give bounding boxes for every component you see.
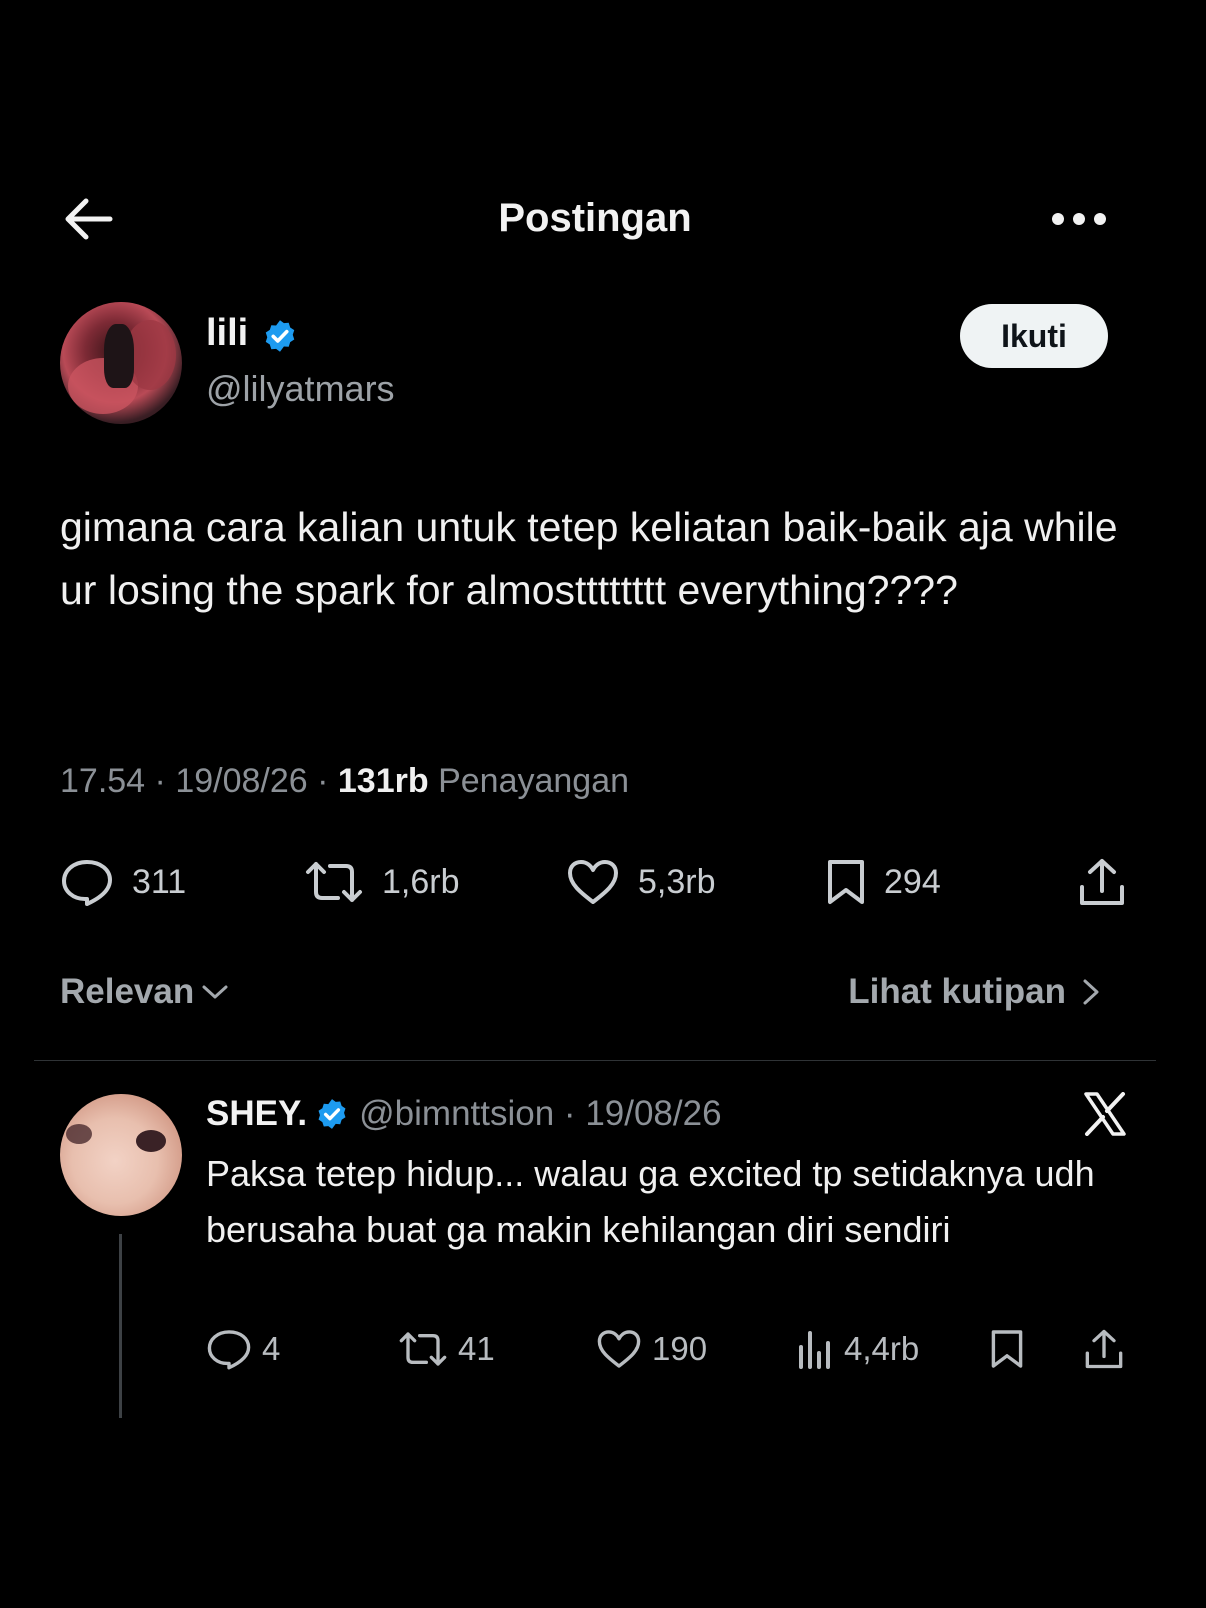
divider xyxy=(34,1060,1156,1061)
share-icon xyxy=(1080,859,1124,905)
bookmark-icon xyxy=(991,1330,1023,1368)
heart-icon xyxy=(568,860,618,904)
reply-header: SHEY. @bimnttsion · 19/08/26 xyxy=(206,1094,722,1134)
x-logo-icon xyxy=(1084,1092,1126,1136)
post-text: gimana cara kalian untuk tetep keliatan … xyxy=(60,504,1118,613)
repost-icon xyxy=(306,862,362,902)
reply-share-action[interactable] xyxy=(1084,1326,1134,1372)
like-count: 5,3rb xyxy=(638,862,716,901)
reply-count: 311 xyxy=(132,862,187,901)
bar-chart-icon xyxy=(799,1331,830,1369)
share-action[interactable] xyxy=(1078,856,1144,908)
bookmark-count: 294 xyxy=(884,862,941,901)
reply-like-action[interactable]: 190 xyxy=(596,1326,707,1372)
reply-like-count: 190 xyxy=(652,1330,708,1367)
verified-badge-icon xyxy=(265,320,295,352)
thread-line xyxy=(119,1234,122,1418)
reply-author-name[interactable]: SHEY. xyxy=(206,1094,307,1134)
views-label: Penayangan xyxy=(438,762,630,800)
reply-views-action[interactable]: 4,4rb xyxy=(796,1326,919,1372)
share-icon xyxy=(1085,1329,1123,1369)
author-name[interactable]: lili xyxy=(206,312,248,355)
post-time: 17.54 xyxy=(60,762,146,800)
comment-icon xyxy=(207,1330,251,1370)
reply-reply-count: 4 xyxy=(262,1330,281,1367)
comment-icon xyxy=(62,860,112,906)
chevron-right-icon xyxy=(1083,979,1099,1005)
reply-action[interactable]: 311 xyxy=(60,856,186,908)
chevron-down-icon xyxy=(202,985,228,999)
view-quotes-link[interactable]: Lihat kutipan xyxy=(848,972,1102,1012)
more-dots-icon xyxy=(1052,213,1106,225)
post-date: 19/08/26 xyxy=(175,762,308,800)
reply-bookmark-action[interactable] xyxy=(990,1326,1034,1372)
repost-count: 1,6rb xyxy=(382,862,460,901)
post-meta: 17.54 · 19/08/26 · 131rb Penayangan xyxy=(60,762,630,800)
author-handle[interactable]: @lilyatmars xyxy=(206,368,395,410)
author-avatar[interactable] xyxy=(60,302,182,424)
sort-dropdown[interactable]: Relevan xyxy=(60,972,230,1012)
views-count[interactable]: 131rb xyxy=(338,762,429,800)
like-action[interactable]: 5,3rb xyxy=(566,856,716,908)
view-quotes-label: Lihat kutipan xyxy=(848,972,1066,1011)
reply-repost-action[interactable]: 41 xyxy=(398,1326,495,1372)
bookmark-icon xyxy=(828,860,864,904)
reply-date: 19/08/26 xyxy=(585,1094,722,1133)
reply-repost-count: 41 xyxy=(458,1330,495,1367)
repost-action[interactable]: 1,6rb xyxy=(304,856,460,908)
sort-label: Relevan xyxy=(60,972,195,1011)
page-title: Postingan xyxy=(498,196,692,240)
reply-author-handle[interactable]: @bimnttsion xyxy=(359,1094,554,1134)
verified-badge-icon xyxy=(318,1099,346,1129)
more-button[interactable] xyxy=(1050,206,1108,232)
repost-icon xyxy=(399,1332,447,1366)
bookmark-action[interactable]: 294 xyxy=(826,856,941,908)
reply-views-count: 4,4rb xyxy=(844,1330,920,1367)
follow-button[interactable]: Ikuti xyxy=(960,304,1108,368)
reply-reply-action[interactable]: 4 xyxy=(206,1326,280,1372)
reply-text: Paksa tetep hidup... walau ga excited tp… xyxy=(206,1153,1095,1250)
reply-author-avatar[interactable] xyxy=(60,1094,182,1216)
heart-icon xyxy=(597,1330,641,1368)
